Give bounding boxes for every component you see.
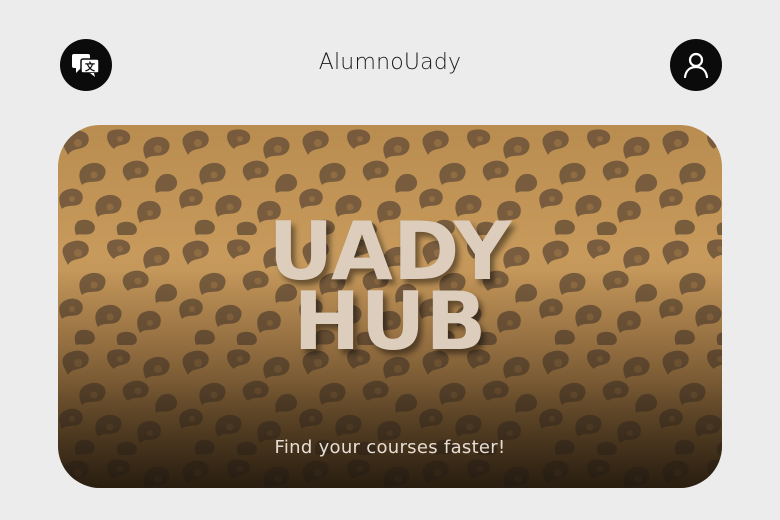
hero-banner[interactable]: UADY HUB Find your courses faster! <box>58 125 722 488</box>
user-icon <box>681 50 711 80</box>
profile-button[interactable] <box>670 39 722 91</box>
hero-subtitle: Find your courses faster! <box>274 437 506 458</box>
hero-title-line2: HUB <box>293 275 487 368</box>
app-title: AlumnoUady <box>318 50 462 75</box>
app-header: 文 AlumnoUady <box>0 0 780 130</box>
